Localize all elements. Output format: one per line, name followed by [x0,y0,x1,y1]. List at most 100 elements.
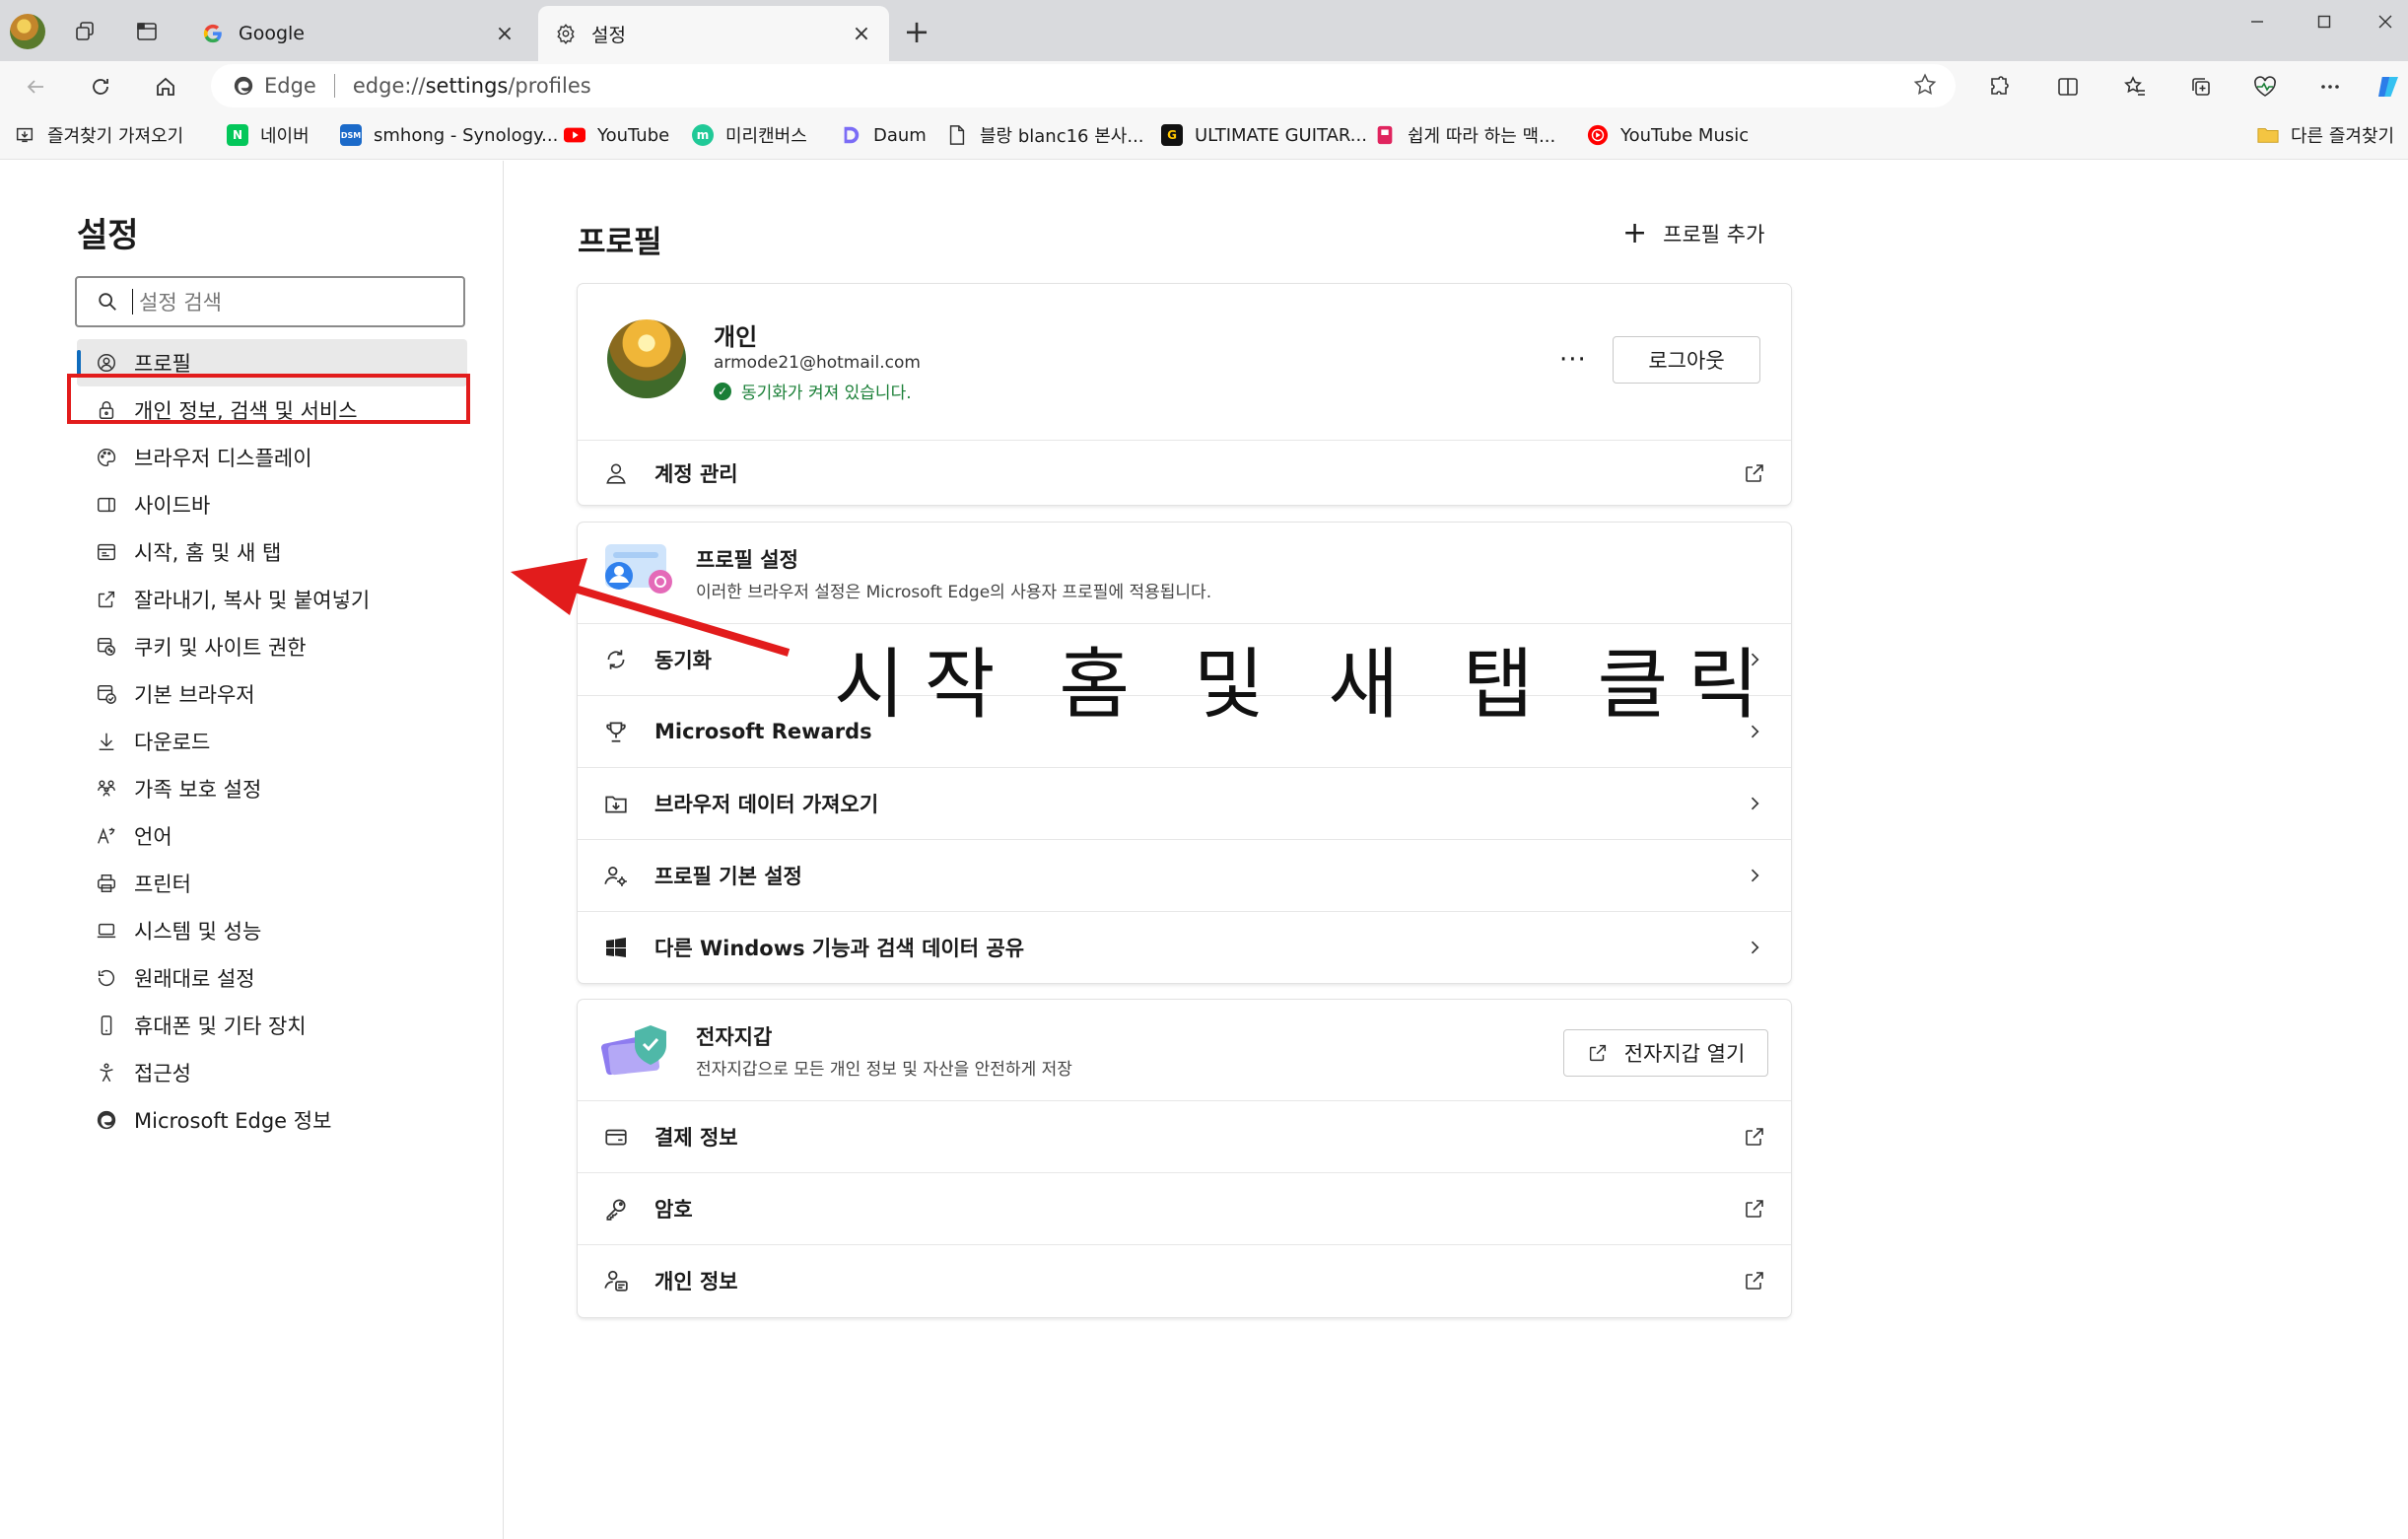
sidebar-item-system[interactable]: 시스템 및 성능 [77,907,467,954]
favorite-ultimate-guitar[interactable]: G ULTIMATE GUITAR... [1161,122,1367,148]
open-wallet-button[interactable]: 전자지갑 열기 [1563,1029,1768,1077]
profile-card: 개인 armode21@hotmail.com ✓ 동기화가 켜져 있습니다. … [578,284,1791,505]
trophy-icon [601,717,631,746]
manage-account-row[interactable]: 계정 관리 [578,440,1791,505]
row-label: 다른 Windows 기능과 검색 데이터 공유 [654,937,1025,960]
favorite-synology[interactable]: DSM smhong - Synology... [340,122,558,148]
sidebar-item-label: 언어 [134,825,172,849]
add-profile-button[interactable]: + 프로필 추가 [1622,219,1764,248]
sidebar-item-default-browser[interactable]: 기본 브라우저 [77,670,467,718]
personal-info-row[interactable]: 개인 정보 [578,1244,1791,1316]
favorite-miricanvas[interactable]: m 미리캔버스 [692,122,807,148]
sidebar-item-family[interactable]: 가족 보호 설정 [77,765,467,812]
home-icon[interactable] [148,69,183,105]
favorites-icon[interactable] [2117,69,2153,105]
close-window-icon[interactable] [2358,0,2408,43]
payment-info-row[interactable]: 결제 정보 [578,1100,1791,1172]
import-data-row[interactable]: 브라우저 데이터 가져오기 [578,767,1791,839]
more-options-button[interactable]: ··· [1559,345,1587,375]
favorite-other-folder[interactable]: 다른 즐겨찾기 [2257,122,2394,148]
settings-title: 설정 [77,216,139,255]
reset-icon [95,966,118,990]
sidebar-item-language[interactable]: 언어 [77,812,467,860]
sidebar-item-label: 가족 보호 설정 [134,778,262,802]
check-icon: ✓ [714,382,731,400]
favorite-mac-guide[interactable]: 쉽게 따라 하는 맥... [1374,122,1555,148]
favorite-label: 네이버 [260,126,310,147]
new-tab-button[interactable]: + [899,13,934,50]
key-icon [601,1194,631,1224]
sidebar-item-phone[interactable]: 휴대폰 및 기타 장치 [77,1002,467,1049]
sidebar-item-label: 휴대폰 및 기타 장치 [134,1014,307,1038]
workspaces-icon[interactable] [69,15,103,48]
favorite-label: YouTube Music [1620,124,1750,146]
profile-settings-header: 프로필 설정 이러한 브라우저 설정은 Microsoft Edge의 사용자 … [578,523,1791,623]
sidebar-item-accessibility[interactable]: 접근성 [77,1049,467,1096]
signout-button[interactable]: 로그아웃 [1613,336,1760,384]
browser-essentials-icon[interactable] [2247,69,2283,105]
favorite-blanc16[interactable]: 블랑 blanc16 본사... [946,122,1144,148]
language-icon [95,824,118,848]
passwords-row[interactable]: 암호 [578,1172,1791,1244]
external-link-icon [1587,1042,1609,1064]
favorite-naver[interactable]: N 네이버 [227,122,310,148]
chevron-right-icon [1740,933,1769,962]
mac-guide-icon [1374,124,1396,146]
sidebar-item-appearance[interactable]: 브라우저 디스플레이 [77,434,467,481]
sidebar-item-about-edge[interactable]: Microsoft Edge 정보 [77,1096,467,1144]
sidebar-item-label: 시스템 및 성능 [134,920,262,944]
favorite-import[interactable]: 즐겨찾기 가져오기 [14,122,183,148]
sidebar-item-reset[interactable]: 원래대로 설정 [77,954,467,1002]
favorite-daum[interactable]: Daum [840,122,927,148]
sidebar-item-downloads[interactable]: 다운로드 [77,718,467,765]
favorite-youtube-music[interactable]: YouTube Music [1587,122,1749,148]
address-bar[interactable]: Edge edge:// settings /profiles [211,64,1956,107]
maximize-icon[interactable] [2297,0,2352,43]
windows-share-row[interactable]: 다른 Windows 기능과 검색 데이터 공유 [578,911,1791,983]
wallet-subtitle: 전자지갑으로 모든 개인 정보 및 자산을 안전하게 저장 [696,1060,1072,1080]
sidebar-item-cookies[interactable]: 쿠키 및 사이트 권한 [77,623,467,670]
sidebar-item-share-copy-paste[interactable]: 잘라내기, 복사 및 붙여넣기 [77,576,467,623]
close-tab-button[interactable]: × [493,22,516,46]
search-placeholder: 설정 검색 [139,291,222,315]
sidebar-item-start-home-newtab[interactable]: 시작, 홈 및 새 탭 [77,528,467,576]
extensions-icon[interactable] [1981,69,2017,105]
favorite-label: 블랑 blanc16 본사... [980,126,1144,147]
profile-preferences-row[interactable]: 프로필 기본 설정 [578,839,1791,911]
edge-chip[interactable]: Edge [233,74,316,98]
sidebar-item-sidebar[interactable]: 사이드바 [77,481,467,528]
row-label: 개인 정보 [654,1270,738,1294]
minimize-icon[interactable] [2230,0,2285,43]
sidebar-item-printers[interactable]: 프린터 [77,860,467,907]
wallet-header: 전자지갑 전자지갑으로 모든 개인 정보 및 자산을 안전하게 저장 전자지갑 … [578,1000,1791,1100]
url-scheme: edge:// [352,74,426,98]
tab-google[interactable]: Google × [185,6,532,61]
chevron-right-icon [1740,789,1769,818]
add-favorite-star-icon[interactable] [1912,72,1938,103]
favorite-label: 다른 즐겨찾기 [2291,126,2395,147]
tab-settings[interactable]: 설정 × [538,6,889,61]
collections-icon[interactable] [2183,69,2219,105]
copilot-icon[interactable] [2371,69,2406,105]
back-icon[interactable] [18,69,53,105]
refresh-icon[interactable] [83,69,118,105]
profile-settings-illustration-icon [599,540,674,603]
split-screen-icon[interactable] [2050,69,2086,105]
row-label: 결제 정보 [654,1126,738,1150]
download-icon [95,730,118,753]
settings-search-input[interactable]: 설정 검색 [75,276,465,327]
url-host: settings [425,74,509,98]
laptop-icon [95,919,118,943]
close-tab-button[interactable]: × [850,22,873,46]
more-menu-icon[interactable] [2312,69,2348,105]
plus-icon: + [1622,216,1648,250]
vertical-tabs-icon[interactable] [130,15,164,48]
profile-email: armode21@hotmail.com [714,353,921,373]
favorite-youtube[interactable]: YouTube [564,122,669,148]
person-icon [601,458,631,488]
miricanvas-icon: m [692,124,714,146]
avatar [607,319,686,398]
wallet-card: 전자지갑 전자지갑으로 모든 개인 정보 및 자산을 안전하게 저장 전자지갑 … [578,1000,1791,1317]
profile-name: 개인 [714,323,758,351]
profile-avatar-button[interactable] [10,14,45,49]
